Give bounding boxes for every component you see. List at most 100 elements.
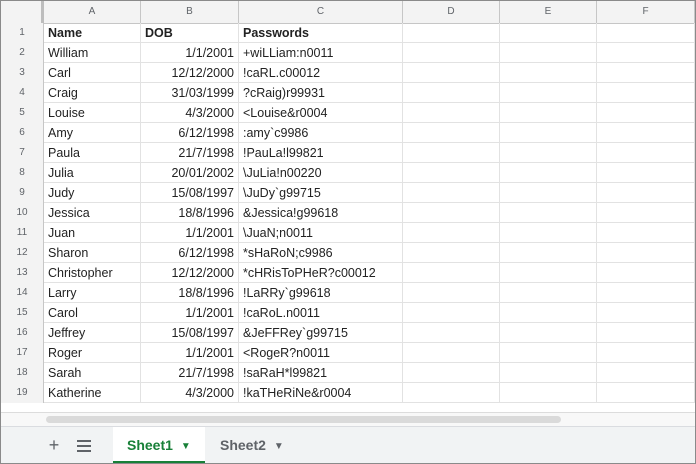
row-header[interactable]: 19: [1, 383, 44, 403]
cell-empty[interactable]: [597, 103, 695, 123]
row-header[interactable]: 16: [1, 323, 44, 343]
row-header[interactable]: 4: [1, 83, 44, 103]
cell-empty[interactable]: [500, 363, 597, 383]
cell-empty[interactable]: [403, 223, 500, 243]
plus-icon[interactable]: +: [43, 434, 65, 456]
row-header[interactable]: 2: [1, 43, 44, 63]
cell-empty[interactable]: [403, 23, 500, 43]
cell-empty[interactable]: [597, 23, 695, 43]
cell-name[interactable]: Roger: [44, 343, 141, 363]
row-header[interactable]: 6: [1, 123, 44, 143]
row-header[interactable]: 11: [1, 223, 44, 243]
cell-empty[interactable]: [500, 223, 597, 243]
cell-empty[interactable]: [597, 303, 695, 323]
cell-empty[interactable]: [500, 263, 597, 283]
cell-dob[interactable]: 31/03/1999: [141, 83, 239, 103]
cell-password[interactable]: :amy`c9986: [239, 123, 403, 143]
row-header[interactable]: 9: [1, 183, 44, 203]
cell-empty[interactable]: [597, 223, 695, 243]
cell-empty[interactable]: [500, 143, 597, 163]
cell-password[interactable]: \JuDy`g99715: [239, 183, 403, 203]
cell-name[interactable]: Craig: [44, 83, 141, 103]
cell-dob[interactable]: 21/7/1998: [141, 143, 239, 163]
cell-empty[interactable]: [597, 363, 695, 383]
header-cell-passwords[interactable]: Passwords: [239, 23, 403, 43]
cell-empty[interactable]: [597, 283, 695, 303]
cell-dob[interactable]: 18/8/1996: [141, 203, 239, 223]
column-header-b[interactable]: B: [141, 1, 239, 23]
cell-empty[interactable]: [403, 283, 500, 303]
horizontal-scrollbar[interactable]: [1, 412, 695, 426]
cell-empty[interactable]: [597, 63, 695, 83]
tab-sheet2[interactable]: Sheet2 ▼: [206, 427, 298, 463]
cell-dob[interactable]: 1/1/2001: [141, 303, 239, 323]
cell-dob[interactable]: 4/3/2000: [141, 103, 239, 123]
row-header[interactable]: 3: [1, 63, 44, 83]
cell-name[interactable]: Carol: [44, 303, 141, 323]
cell-empty[interactable]: [597, 343, 695, 363]
column-header-d[interactable]: D: [403, 1, 500, 23]
cell-dob[interactable]: 18/8/1996: [141, 283, 239, 303]
row-header[interactable]: 8: [1, 163, 44, 183]
row-header[interactable]: 10: [1, 203, 44, 223]
cell-empty[interactable]: [403, 83, 500, 103]
cell-dob[interactable]: 12/12/2000: [141, 263, 239, 283]
cell-name[interactable]: Amy: [44, 123, 141, 143]
tab-sheet1[interactable]: Sheet1 ▼: [113, 427, 205, 463]
header-cell-name[interactable]: Name: [44, 23, 141, 43]
cell-name[interactable]: Juan: [44, 223, 141, 243]
cell-empty[interactable]: [500, 63, 597, 83]
cell-password[interactable]: !PauLa!l99821: [239, 143, 403, 163]
cell-password[interactable]: <Louise&r0004: [239, 103, 403, 123]
cell-password[interactable]: *sHaRoN;c9986: [239, 243, 403, 263]
cell-empty[interactable]: [500, 303, 597, 323]
cell-dob[interactable]: 6/12/1998: [141, 243, 239, 263]
cell-empty[interactable]: [500, 163, 597, 183]
cell-name[interactable]: Sharon: [44, 243, 141, 263]
cell-name[interactable]: Christopher: [44, 263, 141, 283]
cell-empty[interactable]: [500, 283, 597, 303]
cell-name[interactable]: Katherine: [44, 383, 141, 403]
cell-name[interactable]: Julia: [44, 163, 141, 183]
cell-empty[interactable]: [597, 43, 695, 63]
cell-password[interactable]: &Jessica!g99618: [239, 203, 403, 223]
cell-empty[interactable]: [403, 43, 500, 63]
cell-empty[interactable]: [500, 383, 597, 403]
cell-empty[interactable]: [403, 123, 500, 143]
cell-empty[interactable]: [403, 203, 500, 223]
cell-password[interactable]: &JeFFRey`g99715: [239, 323, 403, 343]
cell-password[interactable]: !saRaH*l99821: [239, 363, 403, 383]
cell-dob[interactable]: 1/1/2001: [141, 43, 239, 63]
row-header[interactable]: 15: [1, 303, 44, 323]
cell-password[interactable]: !caRL.c00012: [239, 63, 403, 83]
cell-empty[interactable]: [500, 123, 597, 143]
cell-password[interactable]: ?cRaig)r99931: [239, 83, 403, 103]
cell-dob[interactable]: 20/01/2002: [141, 163, 239, 183]
cell-name[interactable]: Carl: [44, 63, 141, 83]
cell-empty[interactable]: [403, 323, 500, 343]
row-header[interactable]: 5: [1, 103, 44, 123]
cell-empty[interactable]: [597, 203, 695, 223]
cell-empty[interactable]: [403, 343, 500, 363]
column-header-e[interactable]: E: [500, 1, 597, 23]
cell-password[interactable]: *cHRisToPHeR?c00012: [239, 263, 403, 283]
cell-empty[interactable]: [403, 303, 500, 323]
cell-empty[interactable]: [403, 63, 500, 83]
row-header[interactable]: 1: [1, 23, 44, 43]
cell-name[interactable]: Louise: [44, 103, 141, 123]
cell-empty[interactable]: [500, 243, 597, 263]
cell-empty[interactable]: [500, 83, 597, 103]
cell-password[interactable]: !kaTHeRiNe&r0004: [239, 383, 403, 403]
cell-dob[interactable]: 15/08/1997: [141, 183, 239, 203]
cell-empty[interactable]: [403, 243, 500, 263]
cell-password[interactable]: <RogeR?n0011: [239, 343, 403, 363]
cell-empty[interactable]: [500, 43, 597, 63]
list-icon[interactable]: [73, 434, 95, 456]
cell-name[interactable]: William: [44, 43, 141, 63]
row-header[interactable]: 17: [1, 343, 44, 363]
cell-empty[interactable]: [500, 203, 597, 223]
column-header-f[interactable]: F: [597, 1, 695, 23]
column-header-a[interactable]: A: [44, 1, 141, 23]
cell-empty[interactable]: [403, 183, 500, 203]
cell-password[interactable]: !caRoL.n0011: [239, 303, 403, 323]
